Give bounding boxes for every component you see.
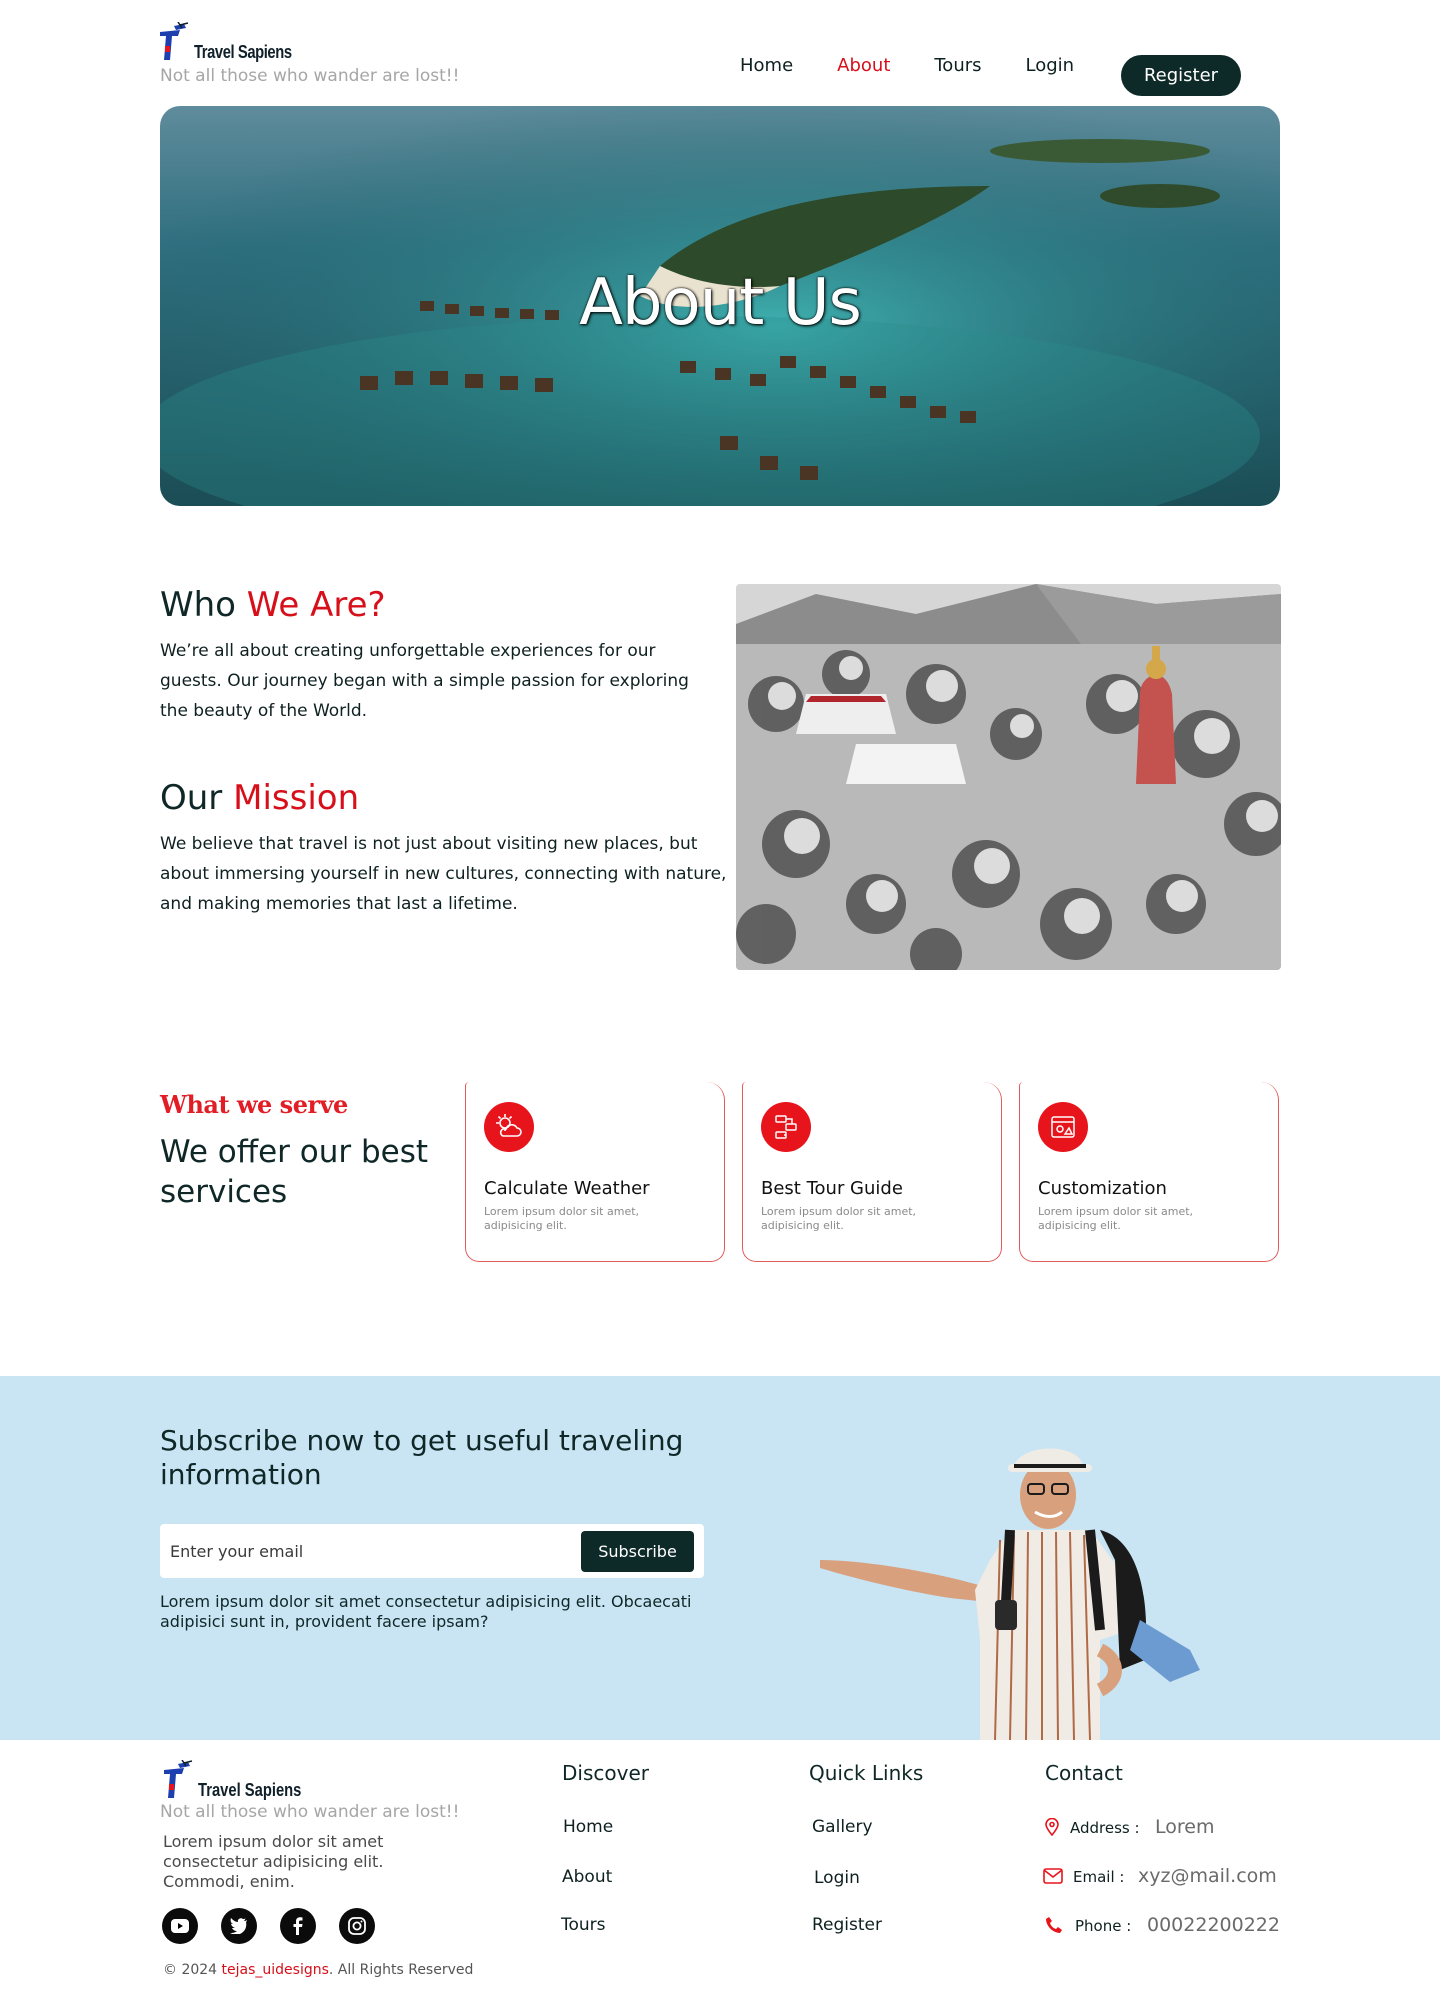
brand-tagline: Not all those who wander are lost!! — [160, 66, 460, 86]
footer-description: Lorem ipsum dolor sit amet consectetur a… — [163, 1832, 384, 1891]
who-title-plain: Who — [160, 585, 247, 625]
snowy-temple-image — [736, 584, 1281, 970]
service-card-title: Calculate Weather — [484, 1178, 650, 1199]
address-label: Address : — [1070, 1819, 1140, 1837]
who-text: We’re all about creating unforgettable e… — [160, 641, 689, 721]
footer-brand-name[interactable]: Travel Sapiens — [198, 1780, 301, 1801]
customize-icon — [1038, 1102, 1088, 1152]
copyright-suffix: . All Rights Reserved — [328, 1962, 474, 1978]
nav-home[interactable]: Home — [740, 55, 793, 76]
instagram-icon[interactable] — [339, 1908, 375, 1944]
service-card-title: Best Tour Guide — [761, 1178, 903, 1199]
footer-logo-icon[interactable] — [162, 1760, 194, 1800]
email-value[interactable]: xyz@mail.com — [1138, 1865, 1277, 1887]
footer-link-gallery[interactable]: Gallery — [812, 1817, 873, 1837]
nav-login[interactable]: Login — [1026, 55, 1075, 76]
footer-link-about[interactable]: About — [562, 1867, 612, 1887]
subscribe-form: Subscribe — [160, 1524, 704, 1578]
quick-links-heading: Quick Links — [809, 1761, 924, 1785]
who-title: Who We Are? — [160, 585, 386, 625]
subscribe-note: Lorem ipsum dolor sit amet consectetur a… — [160, 1592, 692, 1631]
nav-tours[interactable]: Tours — [934, 55, 981, 76]
mission-title-plain: Our — [160, 778, 234, 818]
brand-name[interactable]: Travel Sapiens — [194, 42, 292, 63]
copyright: © 2024 tejas_uidesigns. All Rights Reser… — [163, 1962, 473, 1978]
email-input[interactable] — [170, 1524, 570, 1578]
weather-icon — [484, 1102, 534, 1152]
who-title-accent: We Are? — [246, 585, 386, 625]
mission-title: Our Mission — [160, 778, 359, 818]
hero-title: About Us — [579, 266, 862, 340]
nav-about[interactable]: About — [837, 55, 890, 76]
service-card-guide[interactable]: Best Tour Guide Lorem ipsum dolor sit am… — [742, 1082, 1002, 1262]
service-card-desc: Lorem ipsum dolor sit amet, adipisicing … — [484, 1205, 640, 1232]
mission-text: We believe that travel is not just about… — [160, 834, 727, 914]
facebook-icon[interactable] — [280, 1908, 316, 1944]
copyright-prefix: © 2024 — [163, 1962, 222, 1978]
service-card-desc: Lorem ipsum dolor sit amet, adipisicing … — [1038, 1205, 1194, 1232]
service-card-desc: Lorem ipsum dolor sit amet, adipisicing … — [761, 1205, 917, 1232]
brand-logo-icon[interactable] — [158, 22, 190, 62]
footer-tagline: Not all those who wander are lost!! — [160, 1802, 460, 1822]
copyright-link[interactable]: tejas_uidesigns — [222, 1962, 329, 1978]
phone-icon — [1046, 1917, 1062, 1933]
phone-label: Phone : — [1075, 1917, 1132, 1935]
route-icon — [761, 1102, 811, 1152]
service-card-weather[interactable]: Calculate Weather Lorem ipsum dolor sit … — [465, 1082, 725, 1262]
location-pin-icon — [1045, 1818, 1059, 1836]
contact-heading: Contact — [1045, 1761, 1123, 1785]
services-eyebrow: What we serve — [160, 1090, 348, 1119]
subscribe-button[interactable]: Subscribe — [581, 1531, 694, 1572]
twitter-icon[interactable] — [221, 1908, 257, 1944]
hero-banner: About Us — [160, 106, 1280, 506]
subscribe-title: Subscribe now to get useful traveling in… — [160, 1424, 684, 1491]
youtube-icon[interactable] — [162, 1908, 198, 1944]
address-value: Lorem — [1155, 1816, 1215, 1838]
mail-icon — [1043, 1868, 1063, 1884]
footer-link-login[interactable]: Login — [814, 1868, 860, 1888]
mission-title-accent: Mission — [233, 778, 360, 818]
main-nav: Home About Tours Login — [740, 55, 1118, 76]
email-label: Email : — [1073, 1868, 1125, 1886]
discover-heading: Discover — [562, 1761, 649, 1785]
social-links — [162, 1908, 398, 1944]
footer-link-register[interactable]: Register — [812, 1915, 882, 1935]
service-card-customization[interactable]: Customization Lorem ipsum dolor sit amet… — [1019, 1082, 1279, 1262]
service-card-title: Customization — [1038, 1178, 1167, 1199]
footer-link-tours[interactable]: Tours — [561, 1915, 606, 1935]
footer-link-home[interactable]: Home — [563, 1817, 613, 1837]
traveler-image — [820, 1448, 1200, 1740]
phone-value[interactable]: 00022200222 — [1147, 1914, 1280, 1936]
services-title: We offer our best services — [160, 1134, 429, 1210]
register-button[interactable]: Register — [1121, 55, 1241, 96]
